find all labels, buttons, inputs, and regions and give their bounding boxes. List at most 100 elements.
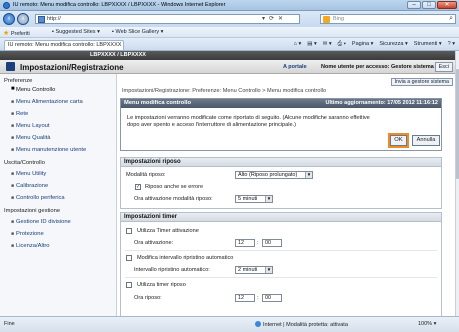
bing-icon xyxy=(323,16,330,23)
bullet-icon: ■ xyxy=(11,219,15,225)
bullet-icon: ■ xyxy=(11,183,15,189)
window-title: IU remoto: Menu modifica controllo: LBPX… xyxy=(13,2,226,8)
divider xyxy=(125,250,437,251)
sleep-on-error-label: Riposo anche se errore xyxy=(145,184,204,190)
bullet-icon: ■ xyxy=(11,243,15,249)
sidebar-item-controllo-periferica[interactable]: Controllo periferica xyxy=(16,195,65,201)
sidebar-item-calibrazione[interactable]: Calibrazione xyxy=(16,183,48,189)
tab-bar: IU remoto: Menu modifica controllo: LBPX… xyxy=(0,38,459,51)
use-sleep-timer-label: Utilizza timer riposo xyxy=(137,282,186,288)
vertical-scrollbar[interactable] xyxy=(455,51,459,316)
sidebar-item-layout[interactable]: Menu Layout xyxy=(16,123,50,129)
sleep-time-label: Ora riposo: xyxy=(134,295,162,301)
tab-tool-tools[interactable]: Strumenti ▾ xyxy=(414,41,442,48)
tab-tool-safety[interactable]: Sicurezza ▾ xyxy=(379,41,407,48)
sleep-settings-title: Impostazioni riposo xyxy=(121,158,441,167)
reset-interval-select[interactable]: 2 minuti ▼ xyxy=(235,266,273,274)
portal-link[interactable]: A portale xyxy=(283,64,307,70)
sidebar-section-output: Uscita/Controllo xyxy=(4,160,45,166)
settings-logo-icon xyxy=(6,62,15,71)
sidebar-item-alimentazione-carta[interactable]: Menu Alimentazione carta xyxy=(16,99,83,105)
security-zone: Internet | Modalità protetta: attivata xyxy=(255,321,348,328)
sidebar-item-protezione[interactable]: Protezione xyxy=(16,231,44,237)
dropdown-icon[interactable]: ▾ xyxy=(262,15,265,22)
page-icon xyxy=(38,16,45,23)
address-field[interactable]: http:// xyxy=(35,14,300,24)
back-button[interactable]: ‹ xyxy=(3,13,15,25)
globe-icon xyxy=(255,321,261,327)
sleep-settings-panel: Impostazioni riposo Modalità riposo: Alt… xyxy=(120,157,442,209)
print-icon[interactable]: ⎙ ▾ xyxy=(338,41,346,48)
sidebar-item-gestione-id[interactable]: Gestione ID divisione xyxy=(16,219,71,225)
search-icon[interactable]: ⌕ xyxy=(449,15,453,23)
sleep-activation-select[interactable]: 5 minuti ▼ xyxy=(235,195,273,203)
sleep-hour-input[interactable]: 12 xyxy=(235,294,255,302)
sleep-minute-input[interactable]: 00 xyxy=(262,294,282,302)
use-activation-timer-checkbox[interactable] xyxy=(126,228,132,234)
bullet-icon: ■ xyxy=(11,135,15,141)
maximize-button[interactable]: □ xyxy=(422,1,436,9)
use-sleep-timer-checkbox[interactable] xyxy=(126,282,132,288)
home-icon[interactable]: ⌂ ▾ xyxy=(294,41,302,48)
breadcrumb: Impostazioni/Registrazione: Preferenze: … xyxy=(122,88,327,94)
chevron-down-icon: ▼ xyxy=(265,196,272,202)
minimize-button[interactable]: – xyxy=(407,1,421,9)
stop-icon[interactable]: ✕ xyxy=(278,15,283,22)
bullet-icon: ■ xyxy=(11,231,15,237)
reset-interval-label: Intervallo ripristino automatico: xyxy=(134,267,210,273)
address-url: http:// xyxy=(47,16,61,22)
bullet-icon: ■ xyxy=(11,123,15,129)
chevron-down-icon: ▼ xyxy=(265,267,272,273)
sidebar-item-licenza[interactable]: Licenza/Altro xyxy=(16,243,50,249)
cancel-button[interactable]: Annulla xyxy=(412,135,440,146)
send-to-admin-button[interactable]: Invia a gestore sistema xyxy=(390,78,453,86)
sidebar-item-utility[interactable]: Menu Utility xyxy=(16,171,46,177)
help-icon[interactable]: ? ▾ xyxy=(448,41,455,48)
fav-link-suggested-sites[interactable]: ▪ Suggested Sites ▾ xyxy=(52,29,100,35)
page-title: Impostazioni/Registrazione xyxy=(20,63,124,72)
favorites-bar: ★ Preferiti ▪ Suggested Sites ▾ ▪ Web Sl… xyxy=(0,27,459,38)
window-title-bar: IU remoto: Menu modifica controllo: LBPX… xyxy=(0,0,459,11)
dialog-header: Menu modifica controllo Ultimo aggiornam… xyxy=(121,99,441,108)
mail-icon[interactable]: ✉ ▾ xyxy=(323,41,332,48)
sleep-mode-select[interactable]: Alto (Riposo prolungato) ▼ xyxy=(235,171,313,179)
dialog-message: Le impostazioni verranno modificate come… xyxy=(127,115,370,128)
search-input[interactable]: Bing ⌕ xyxy=(320,14,456,24)
status-text: Fine xyxy=(4,321,15,327)
close-window-button[interactable]: ✕ xyxy=(437,1,457,9)
dialog-title: Menu modifica controllo xyxy=(124,100,191,106)
sidebar-section-management: Impostazioni gestione xyxy=(4,208,61,214)
browser-tab[interactable]: IU remoto: Menu modifica controllo: LBPX… xyxy=(4,40,124,50)
bullet-icon: ■ xyxy=(11,147,15,153)
star-icon: ★ xyxy=(3,30,10,37)
sidebar-item-menu-controllo[interactable]: Menu Controllo xyxy=(16,87,55,93)
address-toolbar: ‹ › http:// ▾ ⟳ ✕ Bing ⌕ xyxy=(0,11,459,27)
sidebar-item-qualita[interactable]: Menu Qualità xyxy=(16,135,50,141)
favorites-button[interactable]: ★ Preferiti xyxy=(3,29,30,37)
activation-minute-input[interactable]: 00 xyxy=(262,239,282,247)
fav-link-web-slice-gallery[interactable]: ▪ Web Slice Gallery ▾ xyxy=(112,29,163,35)
activation-hour-input[interactable]: 12 xyxy=(235,239,255,247)
confirm-dialog: Menu modifica controllo Ultimo aggiornam… xyxy=(120,98,442,151)
timer-settings-title: Impostazioni timer xyxy=(121,213,441,222)
zoom-level[interactable]: 100% ▾ xyxy=(418,321,436,327)
sidebar-item-manutenzione[interactable]: Menu manutenzione utente xyxy=(16,147,86,153)
sleep-on-error-checkbox[interactable]: ✓ xyxy=(135,184,141,190)
exit-button[interactable]: Esci xyxy=(434,62,453,72)
forward-button[interactable]: › xyxy=(17,13,29,25)
bullet-icon: ■ xyxy=(11,111,15,117)
sidebar-item-rete[interactable]: Rete xyxy=(16,111,28,117)
bullet-icon: ■ xyxy=(11,99,15,105)
auto-reset-checkbox[interactable] xyxy=(126,255,132,261)
status-bar: Fine Internet | Modalità protetta: attiv… xyxy=(0,316,459,332)
auto-reset-label: Modifica intervallo ripristino automatic… xyxy=(137,255,234,261)
sidebar: Preferenze ■ Menu Controllo ■ Menu Alime… xyxy=(0,74,117,316)
use-activation-timer-label: Utilizza Timer attivazione xyxy=(137,228,199,234)
bullet-icon: ■ xyxy=(11,195,15,201)
refresh-icon[interactable]: ⟳ xyxy=(269,15,274,22)
model-name: LBPXXXX / LBPXXXX xyxy=(90,52,146,58)
ok-button[interactable]: OK xyxy=(390,135,407,146)
feeds-icon[interactable]: ▤ ▾ xyxy=(307,41,317,48)
tab-tool-page[interactable]: Pagina ▾ xyxy=(352,41,373,48)
divider xyxy=(125,277,437,278)
